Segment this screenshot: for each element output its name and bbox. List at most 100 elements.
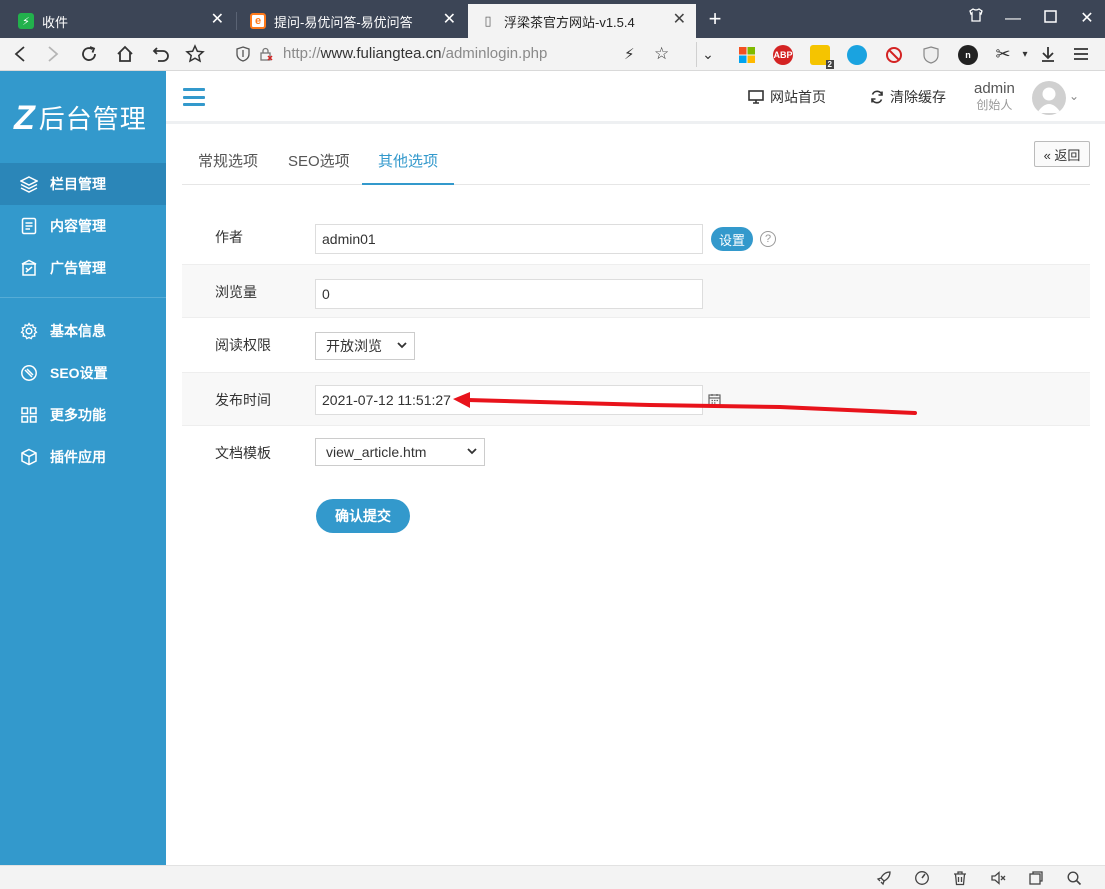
address-bar: http://www.fuliangtea.cn/adminlogin.php … <box>0 38 1105 71</box>
sidebar-item-ads[interactable]: 广告管理 <box>0 247 166 289</box>
url-path: /adminlogin.php <box>441 45 548 62</box>
sidebar-item-label: 更多功能 <box>50 407 106 423</box>
template-value: view_article.htm <box>326 444 427 460</box>
sidebar-item-seo[interactable]: SEO设置 <box>0 352 166 394</box>
tab-divider <box>236 12 237 30</box>
speed-icon[interactable] <box>914 870 930 886</box>
logo-text: 后台管理 <box>38 104 147 134</box>
publish-time-label: 发布时间 <box>215 392 271 408</box>
author-input[interactable] <box>315 224 703 254</box>
hamburger-menu-icon[interactable] <box>183 88 205 106</box>
submit-button[interactable]: 确认提交 <box>316 499 410 533</box>
status-bar <box>0 865 1105 889</box>
template-select[interactable]: view_article.htm <box>315 438 485 466</box>
dropdown-chevron-icon[interactable]: ⌄ <box>695 41 721 67</box>
tab-seo[interactable]: SEO选项 <box>272 143 366 185</box>
form-row-views: 浏览量 <box>182 264 1090 318</box>
block-extension-icon[interactable] <box>884 45 904 65</box>
form-row-template: 文档模板 view_article.htm <box>182 426 1090 480</box>
read-permission-value: 开放浏览 <box>326 338 382 354</box>
url-text[interactable]: http://www.fuliangtea.cn/adminlogin.php <box>283 45 547 62</box>
logo[interactable]: Z 后台管理 <box>14 99 147 136</box>
shield-extension-icon[interactable] <box>921 45 941 65</box>
tab-other[interactable]: 其他选项 <box>362 143 455 185</box>
browser-tab-inbox[interactable]: ⚡ 收件 ✕ <box>6 4 234 38</box>
logo-mark: Z <box>14 98 35 137</box>
shield-security-icon[interactable] <box>236 46 250 65</box>
seo-icon <box>20 364 38 382</box>
adblock-icon[interactable]: ABP <box>773 45 793 65</box>
rocket-icon[interactable] <box>876 870 892 886</box>
close-tab-icon[interactable]: ✕ <box>673 12 686 28</box>
url-box[interactable]: http://www.fuliangtea.cn/adminlogin.php … <box>226 41 694 68</box>
shirt-skin-icon[interactable] <box>961 6 991 32</box>
chevron-down-icon[interactable]: ⌄ <box>1069 89 1079 103</box>
new-tab-icon[interactable]: + <box>703 6 727 32</box>
inbox-favicon-icon: ⚡ <box>18 13 34 29</box>
grid-icon <box>20 406 38 424</box>
download-icon[interactable] <box>1035 41 1061 67</box>
dark-circle-extension-icon[interactable]: n <box>958 45 978 65</box>
menu-icon[interactable] <box>1068 41 1094 67</box>
windows-extension-icon[interactable] <box>737 45 757 65</box>
chat-extension-icon[interactable]: 2 <box>810 45 834 69</box>
page-favicon-icon: ▯ <box>484 13 492 28</box>
close-tab-icon[interactable]: ✕ <box>211 12 224 28</box>
browser-tab-fuliangtea[interactable]: ▯ 浮梁茶官方网站-v1.5.4 ✕ <box>468 4 696 38</box>
user-role: 创始人 <box>976 98 1013 112</box>
reload-icon[interactable] <box>76 41 102 67</box>
forward-arrow-icon[interactable] <box>40 41 66 67</box>
form-row-read-permission: 阅读权限 开放浏览 <box>182 318 1090 372</box>
sidebar-item-column[interactable]: 栏目管理 <box>0 163 166 205</box>
gear-icon <box>20 322 38 340</box>
site-home-link[interactable]: 网站首页 <box>748 87 826 107</box>
select-chevron-icon <box>396 339 408 354</box>
sidebar-item-content[interactable]: 内容管理 <box>0 205 166 247</box>
sidebar-item-plugins[interactable]: 插件应用 <box>0 436 166 478</box>
layers-icon <box>20 175 38 193</box>
search-icon[interactable] <box>1066 870 1082 886</box>
back-button[interactable]: « 返回 <box>1034 141 1090 167</box>
browser-tab-strip: ⚡ 收件 ✕ e 提问-易优问答-易优问答 ✕ ▯ 浮梁茶官方网站-v1.5.4… <box>0 0 1105 38</box>
mute-icon[interactable] <box>990 870 1006 886</box>
sidebar-item-label: 插件应用 <box>50 449 106 465</box>
blue-circle-extension-icon[interactable] <box>847 45 867 65</box>
close-tab-icon[interactable]: ✕ <box>443 12 456 28</box>
clear-cache-link[interactable]: 清除缓存 <box>870 87 946 107</box>
set-author-button[interactable]: 设置 <box>711 227 753 251</box>
read-permission-label: 阅读权限 <box>215 337 271 353</box>
url-scheme: http:// <box>283 45 321 62</box>
favorite-star-icon[interactable]: ☆ <box>654 44 669 64</box>
red-annotation-arrow <box>453 392 917 415</box>
bookmark-star-icon[interactable] <box>182 41 208 67</box>
minimize-icon[interactable]: — <box>998 6 1028 32</box>
avatar[interactable] <box>1032 81 1066 115</box>
help-icon[interactable]: ? <box>760 231 776 247</box>
site-home-label: 网站首页 <box>770 89 826 105</box>
back-arrow-icon[interactable] <box>7 41 33 67</box>
sidebar-divider <box>0 297 166 298</box>
sidebar-item-basic-info[interactable]: 基本信息 <box>0 310 166 352</box>
home-icon[interactable] <box>112 41 138 67</box>
browser-tab-question[interactable]: e 提问-易优问答-易优问答 ✕ <box>238 4 466 38</box>
window-restore-icon[interactable] <box>1028 870 1044 886</box>
tab-general[interactable]: 常规选项 <box>182 143 274 185</box>
sidebar-item-label: SEO设置 <box>50 365 108 381</box>
user-info[interactable]: admin 创始人 <box>974 80 1015 112</box>
insecure-lock-icon[interactable] <box>259 47 273 64</box>
close-window-icon[interactable]: ✕ <box>1072 6 1102 32</box>
sidebar-item-label: 广告管理 <box>50 260 106 276</box>
read-permission-select[interactable]: 开放浏览 <box>315 332 415 360</box>
user-name: admin <box>974 80 1015 97</box>
sidebar-item-more[interactable]: 更多功能 <box>0 394 166 436</box>
undo-icon[interactable] <box>148 41 174 67</box>
refresh-icon <box>870 90 884 104</box>
maximize-icon[interactable] <box>1035 6 1065 32</box>
clear-cache-label: 清除缓存 <box>890 89 946 105</box>
author-label: 作者 <box>215 229 243 245</box>
lightning-icon[interactable]: ⚡ <box>624 45 635 63</box>
trash-icon[interactable] <box>952 870 968 886</box>
browser-tab-title: 浮梁茶官方网站-v1.5.4 <box>504 14 635 30</box>
document-icon <box>20 217 38 235</box>
views-input[interactable] <box>315 279 703 309</box>
